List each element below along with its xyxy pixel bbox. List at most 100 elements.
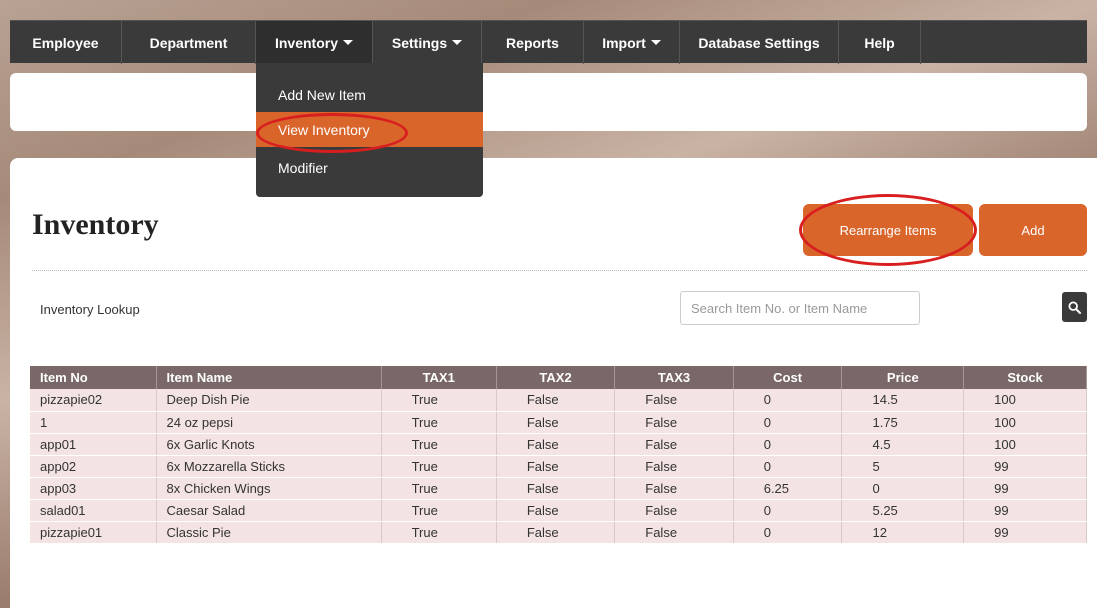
cell-tax1: True	[381, 411, 497, 434]
cell-stock: 99	[963, 499, 1087, 522]
header-tax3[interactable]: TAX3	[614, 366, 734, 389]
nav-department-label: Department	[149, 34, 228, 51]
cell-tax2: False	[496, 521, 616, 544]
header-price[interactable]: Price	[841, 366, 965, 389]
inventory-table: Item No Item Name TAX1 TAX2 TAX3 Cost Pr…	[30, 366, 1087, 544]
cell-tax1: True	[381, 521, 497, 544]
table-row[interactable]: 1 24 oz pepsi True False False 0 1.75 10…	[30, 411, 1087, 434]
cell-price: 5	[841, 455, 965, 478]
menu-item-label: Add New Item	[278, 86, 366, 103]
nav-reports-label: Reports	[506, 34, 559, 51]
cell-price: 12	[841, 521, 965, 544]
nav-help-label: Help	[864, 34, 895, 51]
nav-help[interactable]: Help	[839, 21, 921, 64]
nav-settings[interactable]: Settings	[373, 21, 482, 64]
cell-stock: 100	[963, 433, 1087, 456]
inventory-lookup-label: Inventory Lookup	[40, 302, 140, 317]
table-row[interactable]: pizzapie01 Classic Pie True False False …	[30, 521, 1087, 544]
cell-tax1: True	[381, 433, 497, 456]
nav-inventory-label: Inventory	[274, 34, 338, 51]
cell-tax1: True	[381, 477, 497, 500]
menu-item-add-new-item[interactable]: Add New Item	[256, 77, 483, 112]
header-item-no[interactable]: Item No	[30, 366, 157, 389]
cell-tax2: False	[496, 389, 616, 412]
cell-item-no: 1	[30, 411, 157, 434]
menu-item-label: View Inventory	[278, 121, 370, 138]
cell-stock: 99	[963, 477, 1087, 500]
menu-item-view-inventory[interactable]: View Inventory	[256, 112, 483, 147]
top-card	[10, 73, 1087, 131]
cell-cost: 0	[733, 455, 843, 478]
nav-employee[interactable]: Employee	[10, 21, 122, 64]
cell-item-name: Classic Pie	[156, 521, 382, 544]
cell-tax3: False	[614, 521, 734, 544]
cell-item-no: app02	[30, 455, 157, 478]
header-item-name[interactable]: Item Name	[156, 366, 382, 389]
rearrange-items-button[interactable]: Rearrange Items	[803, 204, 973, 256]
cell-item-name: 24 oz pepsi	[156, 411, 382, 434]
cell-tax2: False	[496, 411, 616, 434]
cell-price: 4.5	[841, 433, 965, 456]
caret-down-icon	[650, 40, 661, 45]
nav-database-settings-label: Database Settings	[698, 34, 820, 51]
page-title: Inventory	[32, 208, 159, 241]
cell-stock: 99	[963, 521, 1087, 544]
cell-cost: 0	[733, 499, 843, 522]
cell-price: 14.5	[841, 389, 965, 412]
cell-item-name: Deep Dish Pie	[156, 389, 382, 412]
cell-item-name: 8x Chicken Wings	[156, 477, 382, 500]
menu-item-label: Modifier	[278, 159, 328, 176]
main-panel: Inventory Rearrange Items Add Inventory …	[10, 158, 1097, 608]
search-input[interactable]	[680, 291, 920, 325]
cell-tax3: False	[614, 455, 734, 478]
caret-down-icon	[343, 40, 353, 45]
cell-tax3: False	[614, 389, 734, 412]
cell-tax3: False	[614, 477, 734, 500]
header-cost[interactable]: Cost	[733, 366, 843, 389]
cell-cost: 0	[733, 389, 843, 412]
caret-down-icon	[452, 40, 463, 45]
nav-inventory[interactable]: Inventory	[256, 21, 373, 64]
cell-price: 0	[841, 477, 965, 500]
cell-tax3: False	[614, 411, 734, 434]
cell-cost: 0	[733, 433, 843, 456]
search-button[interactable]	[1062, 292, 1087, 322]
cell-cost: 6.25	[733, 477, 843, 500]
nav-import[interactable]: Import	[584, 21, 680, 64]
cell-tax2: False	[496, 433, 616, 456]
cell-item-name: 6x Mozzarella Sticks	[156, 455, 382, 478]
table-row[interactable]: pizzapie02 Deep Dish Pie True False Fals…	[30, 389, 1087, 412]
cell-tax3: False	[614, 433, 734, 456]
nav-reports[interactable]: Reports	[482, 21, 584, 64]
table-row[interactable]: app01 6x Garlic Knots True False False 0…	[30, 433, 1087, 456]
cell-item-name: 6x Garlic Knots	[156, 433, 382, 456]
inventory-dropdown-menu: Add New Item View Inventory Modifier	[256, 63, 483, 197]
add-button[interactable]: Add	[979, 204, 1087, 256]
cell-item-no: app01	[30, 433, 157, 456]
nav-employee-label: Employee	[32, 34, 99, 51]
cell-cost: 0	[733, 521, 843, 544]
menu-item-modifier[interactable]: Modifier	[256, 150, 483, 185]
table-row[interactable]: app03 8x Chicken Wings True False False …	[30, 477, 1087, 500]
cell-tax1: True	[381, 389, 497, 412]
table-header-row: Item No Item Name TAX1 TAX2 TAX3 Cost Pr…	[30, 366, 1087, 389]
cell-price: 1.75	[841, 411, 965, 434]
nav-department[interactable]: Department	[122, 21, 256, 64]
main-navbar: Employee Department Inventory Settings R…	[10, 20, 1087, 64]
table-row[interactable]: app02 6x Mozzarella Sticks True False Fa…	[30, 455, 1087, 478]
cell-tax1: True	[381, 499, 497, 522]
cell-item-name: Caesar Salad	[156, 499, 382, 522]
cell-item-no: app03	[30, 477, 157, 500]
header-tax1[interactable]: TAX1	[381, 366, 497, 389]
cell-item-no: salad01	[30, 499, 157, 522]
cell-cost: 0	[733, 411, 843, 434]
nav-database-settings[interactable]: Database Settings	[680, 21, 839, 64]
table-row[interactable]: salad01 Caesar Salad True False False 0 …	[30, 499, 1087, 522]
header-stock[interactable]: Stock	[963, 366, 1087, 389]
nav-import-label: Import	[602, 34, 646, 51]
nav-settings-label: Settings	[391, 34, 448, 51]
cell-stock: 100	[963, 411, 1087, 434]
cell-tax1: True	[381, 455, 497, 478]
search-icon	[1068, 300, 1081, 314]
header-tax2[interactable]: TAX2	[496, 366, 616, 389]
